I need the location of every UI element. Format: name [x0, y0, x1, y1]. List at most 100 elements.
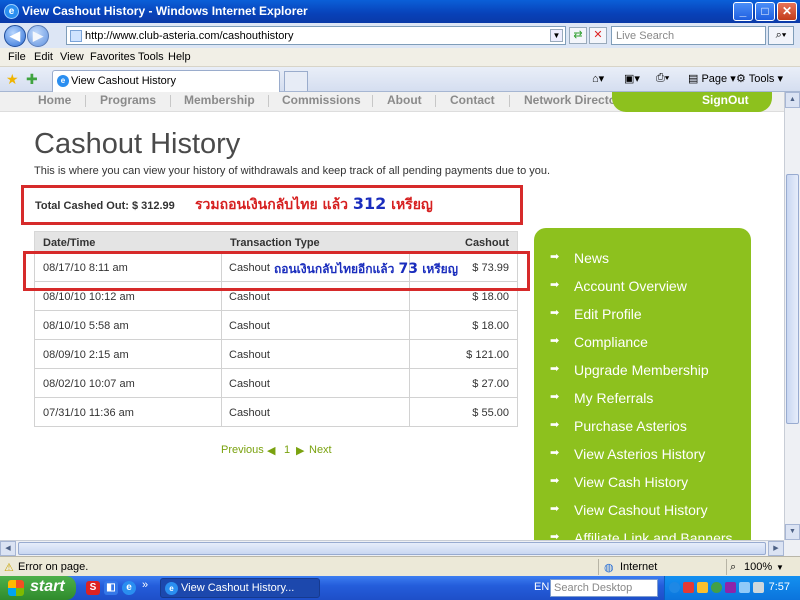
table-header: Date/Time Transaction Type Cashout	[34, 231, 518, 253]
arrow-right-icon: ➡	[550, 363, 560, 375]
row-type: Cashout	[229, 291, 270, 303]
horizontal-scroll-thumb[interactable]	[18, 542, 766, 555]
tray-volume-icon[interactable]	[739, 582, 750, 593]
scroll-left-icon[interactable]: ◀	[0, 541, 16, 556]
menu-help[interactable]: Help	[168, 51, 191, 63]
live-search-input[interactable]: Live Search	[611, 26, 766, 45]
home-icon[interactable]: ⌂▾	[592, 72, 604, 85]
new-tab-button[interactable]	[284, 71, 308, 91]
favorites-star-icon[interactable]: ★	[6, 71, 19, 88]
tray-app-icon[interactable]	[725, 582, 736, 593]
quicklaunch-ie-icon[interactable]: e	[122, 581, 136, 595]
signout-tab[interactable]: SignOut	[612, 92, 772, 112]
start-button[interactable]: start	[0, 576, 76, 600]
page-icon	[70, 30, 82, 42]
feeds-icon[interactable]: ▣▾	[624, 72, 640, 85]
forward-button[interactable]: ▶	[27, 25, 49, 47]
search-icon[interactable]: ⌕▾	[768, 26, 794, 45]
row-type: Cashout	[229, 349, 270, 361]
back-button[interactable]: ◀	[4, 25, 26, 47]
row-annotation-text: ถอนเงินกลับไทยอีกแล้ว 73 เหรียญ	[274, 261, 458, 277]
header-datetime: Date/Time	[43, 237, 96, 249]
nav-programs[interactable]: Programs	[100, 93, 156, 107]
arrow-right-icon: ➡	[550, 503, 560, 515]
nav-commissions[interactable]: Commissions	[282, 93, 361, 107]
pager-previous[interactable]: Previous	[221, 444, 264, 456]
nav-separator	[372, 95, 373, 107]
row-datetime: 08/10/10 10:12 am	[43, 291, 135, 303]
row-amount: $ 55.00	[472, 407, 509, 419]
quicklaunch-app-icon[interactable]: S	[86, 581, 100, 595]
pager-next[interactable]: Next	[309, 444, 332, 456]
maximize-button[interactable]: □	[755, 2, 775, 21]
tray-misc-icon[interactable]	[753, 582, 764, 593]
row-amount: $ 18.00	[472, 320, 509, 332]
tray-shield-icon[interactable]	[697, 582, 708, 593]
page-description: This is where you can view your history …	[34, 165, 551, 177]
pager-page[interactable]: 1	[284, 444, 290, 456]
tray-k-icon[interactable]	[683, 582, 694, 593]
arrow-right-icon: ➡	[550, 251, 560, 263]
tray-network-icon[interactable]	[711, 582, 722, 593]
nav-separator	[509, 95, 510, 107]
menu-favorites[interactable]: Favorites	[90, 51, 135, 63]
scroll-right-icon[interactable]: ▶	[768, 541, 784, 556]
tools-menu[interactable]: ⚙ Tools ▾	[736, 72, 783, 85]
search-desktop-input[interactable]: Search Desktop	[550, 579, 658, 597]
tab-view-cashout-history[interactable]: e View Cashout History	[52, 70, 280, 92]
nav-membership[interactable]: Membership	[184, 93, 255, 107]
address-toolbar: ◀ ▶ http://www.club-asteria.com/cashouth…	[0, 23, 800, 48]
status-text[interactable]: Error on page.	[18, 561, 88, 573]
scroll-up-icon[interactable]: ▲	[785, 92, 800, 108]
nav-contact[interactable]: Contact	[450, 93, 495, 107]
menu-tools[interactable]: Tools	[138, 51, 164, 63]
arrow-right-icon: ➡	[550, 475, 560, 487]
minimize-button[interactable]: _	[733, 2, 753, 21]
status-bar: ⚠ Error on page. ◍ Internet ⌕ 100% ▼	[0, 556, 800, 576]
nav-about[interactable]: About	[387, 93, 422, 107]
add-favorite-icon[interactable]: ✚	[26, 71, 38, 88]
arrow-right-icon: ➡	[550, 335, 560, 347]
row-amount: $ 18.00	[472, 291, 509, 303]
menu-file[interactable]: File	[8, 51, 26, 63]
url-text: http://www.club-asteria.com/cashouthisto…	[85, 30, 294, 42]
refresh-button[interactable]: ⇄	[569, 27, 587, 44]
scroll-down-icon[interactable]: ▼	[785, 524, 800, 540]
close-button[interactable]: ✕	[777, 2, 797, 21]
menu-edit[interactable]: Edit	[34, 51, 53, 63]
previous-arrow-icon[interactable]: ◀	[267, 444, 275, 457]
warning-icon[interactable]: ⚠	[4, 561, 14, 574]
address-field[interactable]: http://www.club-asteria.com/cashouthisto…	[66, 26, 566, 45]
task-label: View Cashout History...	[181, 582, 295, 594]
zoom-dropdown-icon[interactable]: ▼	[776, 563, 784, 572]
taskbar-item-ie[interactable]: e View Cashout History...	[160, 578, 320, 598]
nav-separator	[435, 95, 436, 107]
system-tray: 7:57	[664, 576, 800, 600]
clock[interactable]: 7:57	[769, 581, 790, 593]
language-indicator[interactable]: EN	[534, 581, 549, 593]
quicklaunch-desktop-icon[interactable]: ◧	[104, 581, 118, 595]
row-type: Cashout	[229, 378, 270, 390]
page-menu[interactable]: ▤ Page ▾	[688, 72, 736, 85]
total-annotation-text: รวมถอนเงินกลับไทย แล้ว 312 เหรียญ	[195, 194, 433, 213]
vertical-scrollbar[interactable]: ▲ ▼	[784, 92, 800, 540]
table-row: 07/31/10 11:36 am Cashout $ 55.00	[34, 398, 518, 427]
horizontal-scrollbar[interactable]: ◀ ▶	[0, 540, 784, 556]
page-title: Cashout History	[34, 128, 241, 160]
menu-bar: File Edit View Favorites Tools Help	[0, 48, 800, 67]
nav-separator	[85, 95, 86, 107]
quicklaunch-more-icon[interactable]: »	[142, 579, 148, 591]
menu-view[interactable]: View	[60, 51, 84, 63]
tray-search-icon[interactable]	[669, 582, 680, 593]
print-icon[interactable]: ⎙▾	[656, 72, 669, 85]
status-zoom[interactable]: 100%	[744, 561, 772, 573]
nav-home[interactable]: Home	[38, 93, 71, 107]
window-titlebar: e View Cashout History - Windows Interne…	[0, 0, 800, 23]
window-title: View Cashout History - Windows Internet …	[22, 4, 308, 18]
next-arrow-icon[interactable]: ▶	[296, 444, 304, 457]
zoom-icon[interactable]: ⌕	[730, 561, 736, 574]
address-dropdown-icon[interactable]: ▼	[550, 29, 563, 42]
vertical-scroll-thumb[interactable]	[786, 174, 799, 424]
stop-button[interactable]: ✕	[589, 27, 607, 44]
row-amount: $ 27.00	[472, 378, 509, 390]
